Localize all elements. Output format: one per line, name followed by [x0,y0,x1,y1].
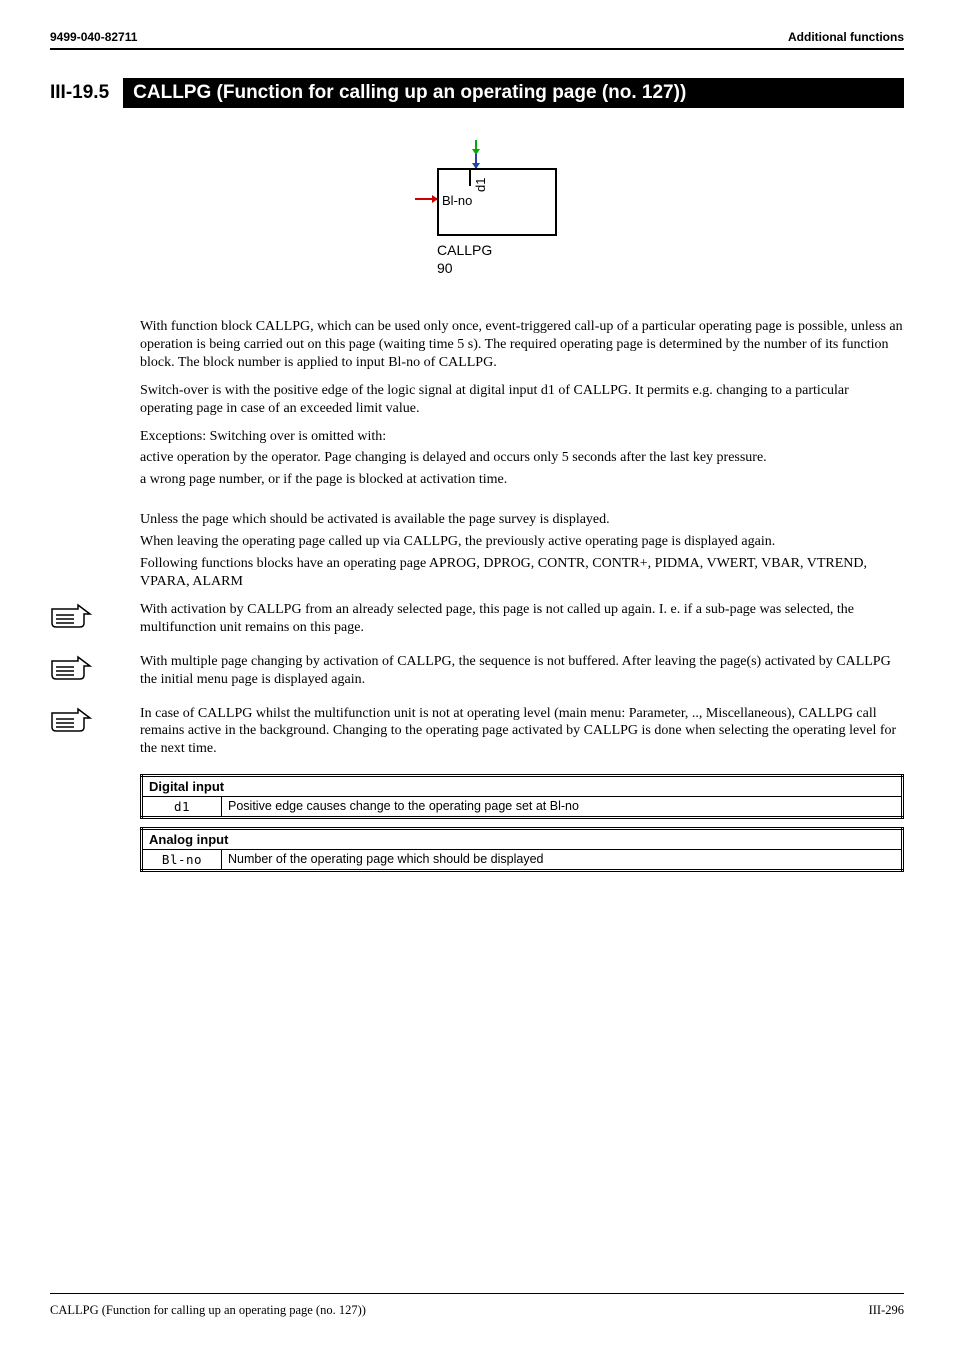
arrow-bino [415,198,437,200]
section-number: III-19.5 [50,78,123,108]
arrow-d1-green [475,140,477,154]
tables: Digital input d1 Positive edge causes ch… [140,774,904,872]
pointing-hand-icon [50,603,94,629]
analog-input-table: Analog input Bl-no Number of the operati… [140,827,904,872]
note-row: With activation by CALLPG from an alread… [50,601,904,637]
footer-left: CALLPG (Function for calling up an opera… [50,1303,366,1318]
bino-label: Bl-no [442,193,472,208]
table-cell-key: Bl-no [142,850,222,871]
paragraph: a wrong page number, or if the page is b… [140,471,904,489]
paragraph: When leaving the operating page called u… [140,533,904,551]
section-heading: III-19.5 CALLPG (Function for calling up… [50,78,904,108]
doc-section: Additional functions [788,30,904,44]
ninety-label: 90 [437,260,453,276]
d1-tick [469,168,471,186]
d1-label: d1 [473,178,488,192]
paragraph: Exceptions: Switching over is omitted wi… [140,428,904,446]
table-cell-key: d1 [142,797,222,818]
callpg-label: CALLPG [437,242,492,258]
table-row: Bl-no Number of the operating page which… [142,850,903,871]
table-row: d1 Positive edge causes change to the op… [142,797,903,818]
paragraph: Switch-over is with the positive edge of… [140,382,904,418]
page-footer: CALLPG (Function for calling up an opera… [50,1303,904,1318]
table-header: Analog input [142,829,903,850]
section-title: CALLPG (Function for calling up an opera… [123,78,904,108]
digital-input-table: Digital input d1 Positive edge causes ch… [140,774,904,819]
doc-id: 9499-040-82711 [50,30,137,44]
note-text: With multiple page changing by activatio… [140,653,904,689]
paragraph: Unless the page which should be activate… [140,511,904,529]
note-row: In case of CALLPG whilst the multifuncti… [50,705,904,759]
table-cell-desc: Positive edge causes change to the opera… [222,797,903,818]
note-text: With activation by CALLPG from an alread… [140,601,904,637]
body-content: With function block CALLPG, which can be… [140,318,904,591]
note-row: With multiple page changing by activatio… [50,653,904,689]
paragraph: With function block CALLPG, which can be… [140,318,904,372]
footer-right: III-296 [869,1303,904,1318]
table-header: Digital input [142,776,903,797]
pointing-hand-icon [50,707,94,733]
note-text: In case of CALLPG whilst the multifuncti… [140,705,904,759]
header-rule [50,48,904,50]
table-cell-desc: Number of the operating page which shoul… [222,850,903,871]
arrow-d1-blue [475,154,477,168]
page-header: 9499-040-82711 Additional functions [50,30,904,44]
block-diagram: d1 Bl-no CALLPG 90 [50,128,904,288]
paragraph: active operation by the operator. Page c… [140,449,904,467]
paragraph: Following functions blocks have an opera… [140,555,904,591]
pointing-hand-icon [50,655,94,681]
footer-rule [50,1293,904,1294]
